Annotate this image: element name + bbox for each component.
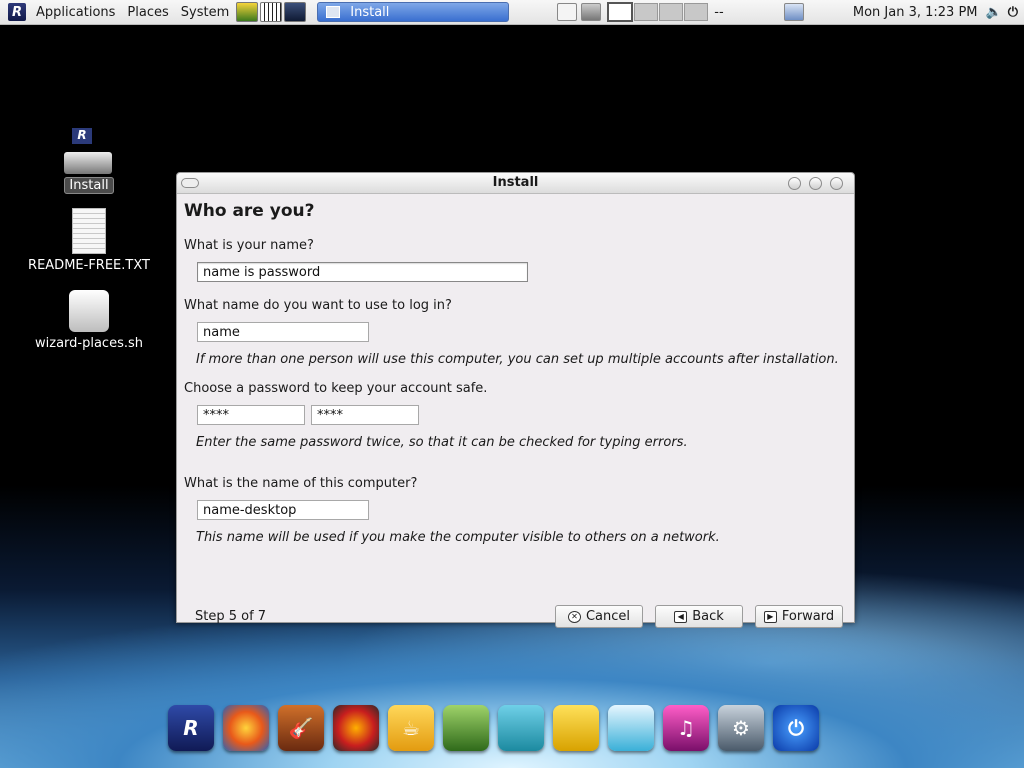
page-title: Who are you? bbox=[184, 201, 315, 221]
text-file-icon bbox=[72, 208, 106, 254]
install-window: Install Who are you? What is your name? … bbox=[176, 172, 855, 628]
step-indicator: Step 5 of 7 bbox=[195, 609, 267, 624]
install-label: Install bbox=[64, 177, 114, 194]
forward-label: Forward bbox=[781, 609, 835, 624]
clock[interactable]: Mon Jan 3, 1:23 PM bbox=[853, 5, 978, 20]
cancel-label: Cancel bbox=[585, 609, 631, 624]
window-content: Who are you? What is your name? What nam… bbox=[177, 194, 854, 628]
taskbar-install-label: Install bbox=[350, 4, 390, 20]
office-icon[interactable] bbox=[553, 705, 599, 751]
login-hint: If more than one person will use this co… bbox=[196, 352, 839, 367]
trash-icon[interactable] bbox=[581, 3, 602, 21]
desktop-icon-install[interactable]: R Install bbox=[24, 128, 154, 194]
back-label: Back bbox=[692, 609, 724, 624]
workspace-3[interactable] bbox=[659, 3, 684, 21]
password-field[interactable] bbox=[197, 405, 305, 425]
terminal-launcher-icon[interactable] bbox=[236, 2, 259, 22]
desktop-icon-wizard[interactable]: wizard-places.sh bbox=[24, 290, 154, 351]
password-label: Choose a password to keep your account s… bbox=[184, 381, 488, 396]
top-panel: R Applications Places System Install -- … bbox=[0, 0, 1024, 25]
password-confirm-field[interactable] bbox=[311, 405, 419, 425]
back-arrow-icon: ◀ bbox=[674, 610, 688, 623]
login-label: What name do you want to use to log in? bbox=[184, 298, 452, 313]
guitar-icon[interactable]: 🎸 bbox=[278, 705, 324, 751]
cancel-button[interactable]: ✕ Cancel bbox=[555, 605, 643, 628]
desktop-icon-readme[interactable]: README-FREE.TXT bbox=[24, 208, 154, 273]
menu-system[interactable]: System bbox=[175, 5, 235, 20]
window-title: Install bbox=[492, 175, 539, 190]
forward-button[interactable]: ▶ Forward bbox=[755, 605, 843, 628]
network-icon[interactable] bbox=[783, 3, 804, 21]
window-titlebar[interactable]: Install bbox=[177, 173, 854, 194]
readme-label: README-FREE.TXT bbox=[28, 258, 150, 273]
power-icon[interactable]: ⏻ bbox=[1008, 5, 1018, 20]
minimize-icon[interactable] bbox=[788, 177, 801, 190]
maximize-icon[interactable] bbox=[809, 177, 822, 190]
messenger-icon[interactable] bbox=[498, 705, 544, 751]
browser-icon[interactable] bbox=[223, 705, 269, 751]
install-drive-icon: R bbox=[64, 128, 114, 174]
show-desktop-icon[interactable] bbox=[557, 3, 578, 21]
piano-launcher-icon[interactable] bbox=[260, 2, 283, 22]
menu-applications[interactable]: Applications bbox=[30, 5, 121, 20]
workspace-label: -- bbox=[714, 4, 724, 20]
wizard-label: wizard-places.sh bbox=[35, 336, 143, 351]
coffee-icon[interactable]: ☕ bbox=[388, 705, 434, 751]
computer-name-label: What is the name of this computer? bbox=[184, 476, 418, 491]
media-icon[interactable] bbox=[333, 705, 379, 751]
workspace-4[interactable] bbox=[684, 3, 709, 21]
password-hint: Enter the same password twice, so that i… bbox=[196, 435, 688, 450]
computer-name-field[interactable] bbox=[197, 500, 369, 520]
close-icon[interactable] bbox=[830, 177, 843, 190]
script-file-icon bbox=[69, 290, 109, 332]
forward-arrow-icon: ▶ bbox=[763, 610, 777, 623]
full-name-field[interactable] bbox=[197, 262, 528, 282]
cancel-icon: ✕ bbox=[567, 610, 581, 623]
dock: R 🎸 ☕ ♫ ⚙ ⏻ bbox=[168, 705, 834, 755]
settings-icon[interactable]: ⚙ bbox=[718, 705, 764, 751]
distro-logo-icon[interactable]: R bbox=[8, 3, 26, 21]
edit-icon[interactable] bbox=[608, 705, 654, 751]
monitor-launcher-icon[interactable] bbox=[284, 2, 307, 22]
photo-icon[interactable] bbox=[443, 705, 489, 751]
workspace-1[interactable] bbox=[607, 2, 634, 22]
name-label: What is your name? bbox=[184, 238, 314, 253]
volume-icon[interactable]: 🔈 bbox=[986, 5, 1002, 20]
logo-dock-icon[interactable]: R bbox=[168, 705, 214, 751]
computer-name-hint: This name will be used if you make the c… bbox=[196, 530, 720, 545]
power-icon[interactable]: ⏻ bbox=[773, 705, 819, 751]
menu-places[interactable]: Places bbox=[121, 5, 174, 20]
workspace-2[interactable] bbox=[634, 3, 659, 21]
login-name-field[interactable] bbox=[197, 322, 369, 342]
music-icon[interactable]: ♫ bbox=[663, 705, 709, 751]
back-button[interactable]: ◀ Back bbox=[655, 605, 743, 628]
taskbar-install-button[interactable]: Install bbox=[317, 2, 510, 22]
window-icon bbox=[326, 6, 341, 18]
